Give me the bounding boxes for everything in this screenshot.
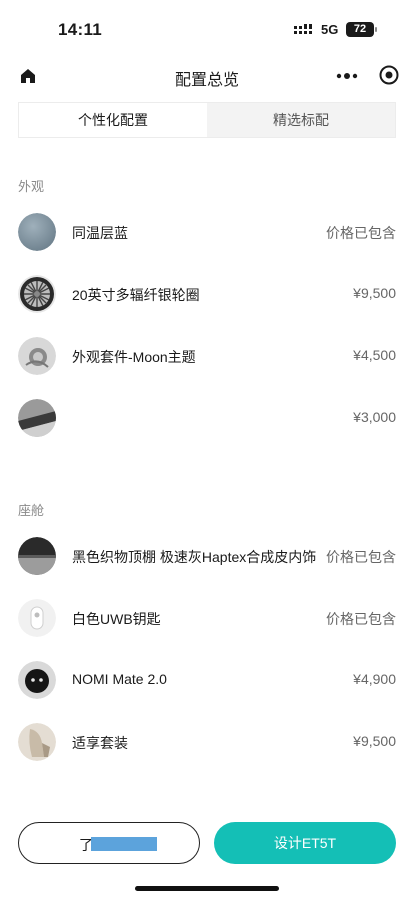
item-price: 价格已包含 (326, 549, 396, 565)
more-icon[interactable] (334, 66, 360, 86)
item-name: 黑色织物顶棚 极速灰Haptex合成皮内饰 (72, 549, 317, 565)
nomi-thumbnail (18, 661, 56, 699)
bottom-action-bar: 了 设计ET5T (18, 822, 396, 866)
item-name: NOMI Mate 2.0 (72, 671, 167, 687)
nav-bar: 配置总览 (0, 56, 414, 96)
list-item[interactable]: 适享套装 ¥9,500 (0, 718, 414, 766)
section-title-cabin: 座舱 (18, 503, 45, 518)
exterior-kit-thumbnail (18, 337, 56, 375)
close-miniprogram-icon[interactable] (378, 64, 400, 86)
battery-tip (375, 27, 377, 32)
design-et5t-button[interactable]: 设计ET5T (214, 822, 396, 864)
section-title-exterior: 外观 (18, 179, 45, 194)
wheel-thumbnail (18, 275, 56, 313)
signal-icon (294, 24, 312, 34)
list-item[interactable]: 20英寸多辐纤银轮圈 ¥9,500 (0, 270, 414, 318)
network-type: 5G (321, 22, 339, 37)
tab-standard[interactable]: 精选标配 (207, 103, 395, 137)
home-indicator (135, 886, 279, 891)
item-price: ¥4,900 (353, 671, 396, 687)
item-name: 同温层蓝 (72, 225, 128, 241)
list-item[interactable]: 同温层蓝 价格已包含 (0, 208, 414, 256)
item-price: 价格已包含 (326, 225, 396, 241)
list-item[interactable]: 黑色织物顶棚 极速灰Haptex合成皮内饰 价格已包含 (0, 532, 414, 580)
list-item[interactable]: NOMI Mate 2.0 ¥4,900 (0, 656, 414, 704)
battery-icon: 72 (346, 22, 374, 37)
car-detail-thumbnail (18, 399, 56, 437)
key-thumbnail (18, 599, 56, 637)
tab-personalized[interactable]: 个性化配置 (19, 103, 207, 137)
list-item[interactable]: 白色UWB钥匙 价格已包含 (0, 594, 414, 642)
item-price: ¥3,000 (353, 409, 396, 425)
item-price: ¥4,500 (353, 347, 396, 363)
seat-package-thumbnail (18, 723, 56, 761)
status-time: 14:11 (58, 20, 103, 39)
config-tabs: 个性化配置 精选标配 (18, 102, 396, 138)
secondary-action-button[interactable]: 了 (18, 822, 200, 864)
redaction-mark (91, 837, 157, 851)
interior-thumbnail (18, 537, 56, 575)
item-price: 价格已包含 (326, 611, 396, 627)
item-name: 外观套件-Moon主题 (72, 349, 196, 365)
item-name: 20英寸多辐纤银轮圈 (72, 287, 200, 303)
item-name: 白色UWB钥匙 (72, 611, 161, 627)
list-item[interactable]: ¥3,000 (0, 394, 414, 442)
item-name: 适享套装 (72, 735, 128, 751)
item-price: ¥9,500 (353, 285, 396, 301)
list-item[interactable]: 外观套件-Moon主题 ¥4,500 (0, 332, 414, 380)
status-bar: 14:11 5G 72 (0, 0, 414, 56)
item-price: ¥9,500 (353, 733, 396, 749)
paint-swatch-thumbnail (18, 213, 56, 251)
